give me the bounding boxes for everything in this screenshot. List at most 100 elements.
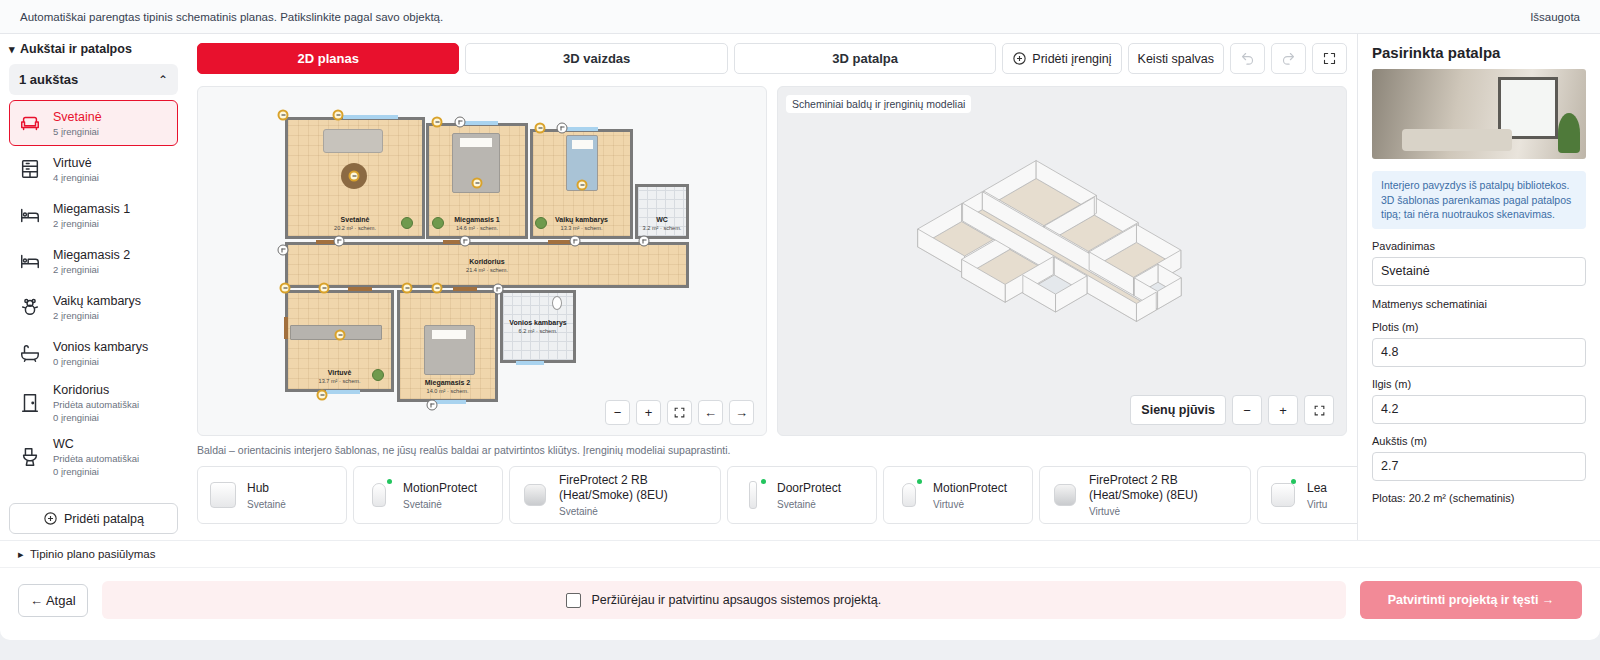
next-button[interactable]: → xyxy=(729,400,754,425)
room-count: 5 įrenginiai xyxy=(53,126,102,137)
zoom-in-button[interactable]: + xyxy=(636,400,661,425)
device-room: Svetainė xyxy=(559,506,710,517)
add-room-button[interactable]: Pridėti patalpą xyxy=(9,503,178,534)
name-input[interactable]: Svetainė xyxy=(1372,257,1586,286)
device-marker[interactable] xyxy=(557,123,568,134)
device-strip: Hub Svetainė MotionProtect Svetainė Fire… xyxy=(197,466,1357,524)
room-item[interactable]: Virtuvė 4 įrenginiai xyxy=(9,146,178,192)
device-name: Hub xyxy=(247,481,286,496)
device-marker[interactable] xyxy=(455,117,466,128)
wall-cut-button[interactable]: Sienų pjūvis xyxy=(1130,395,1226,425)
device-marker[interactable] xyxy=(335,330,346,341)
dimension-input[interactable]: 2.7 xyxy=(1372,452,1586,481)
device-room: Svetainė xyxy=(777,499,841,510)
plan-suggestion-toggle[interactable]: ▸ Tipinio plano pasiūlymas xyxy=(0,540,1600,567)
view-tab[interactable]: 3D patalpa xyxy=(734,43,996,74)
floor-row[interactable]: 1 aukštas ⌃ xyxy=(9,64,178,95)
device-marker[interactable] xyxy=(280,283,291,294)
door xyxy=(453,287,477,291)
room-item[interactable]: Svetainė 5 įrenginiai xyxy=(9,100,178,146)
device-card[interactable]: FireProtect 2 RB (Heat/Smoke) (8EU) Svet… xyxy=(509,466,721,524)
workspace: ▾ Aukštai ir patalpos 1 aukštas ⌃ Svetai… xyxy=(0,34,1600,540)
view-tab[interactable]: 3D vaizdas xyxy=(465,43,727,74)
dimension-input[interactable]: 4.2 xyxy=(1372,395,1586,424)
device-marker[interactable] xyxy=(472,178,483,189)
floor-toggle[interactable]: ⌃ xyxy=(158,73,168,87)
panel-title: Pasirinkta patalpa xyxy=(1372,44,1586,61)
fit-button[interactable] xyxy=(667,400,692,425)
room-name: Vaikų kambarys xyxy=(53,294,141,308)
window xyxy=(326,390,360,394)
kitchen-icon xyxy=(19,158,41,180)
zoom-out-button[interactable]: − xyxy=(605,400,630,425)
fire-icon xyxy=(520,478,550,512)
zoom-in-button[interactable]: + xyxy=(1268,395,1298,425)
device-marker[interactable] xyxy=(349,171,360,182)
back-button[interactable]: ← Atgal xyxy=(18,584,88,617)
room-item[interactable]: Vaikų kambarys 2 įrenginiai xyxy=(9,284,178,330)
device-marker[interactable] xyxy=(317,390,328,401)
device-marker[interactable] xyxy=(402,283,413,294)
device-marker[interactable] xyxy=(577,180,588,191)
redo-button[interactable] xyxy=(1271,43,1306,74)
bath-icon xyxy=(19,342,41,364)
fullscreen-button[interactable] xyxy=(1312,43,1347,74)
room-item[interactable]: Koridorius Pridėta automatiškai 0 įrengi… xyxy=(9,376,178,430)
room-count: 0 įrenginiai xyxy=(53,466,139,477)
dimension-input[interactable]: 4.8 xyxy=(1372,338,1586,367)
room-item[interactable]: Miegamasis 2 2 įrenginiai xyxy=(9,238,178,284)
zoom-out-button[interactable]: − xyxy=(1232,395,1262,425)
room-item[interactable]: Miegamasis 1 2 įrenginiai xyxy=(9,192,178,238)
status-dot xyxy=(1291,479,1296,484)
submit-button[interactable]: Patvirtinti projektą ir tęsti → xyxy=(1360,581,1582,619)
floor-label: 1 aukštas xyxy=(19,72,78,87)
field-label: Aukštis (m) xyxy=(1372,435,1586,447)
prev-button[interactable]: ← xyxy=(698,400,723,425)
sidebar-header[interactable]: ▾ Aukštai ir patalpos xyxy=(9,42,178,56)
room-item[interactable]: Vonios kambarys 0 įrenginiai xyxy=(9,330,178,376)
plan-room[interactable]: Koridorius 21.4 m² · schem. xyxy=(285,242,689,288)
device-marker[interactable] xyxy=(639,236,650,247)
device-marker[interactable] xyxy=(427,400,438,411)
confirm-checkbox[interactable] xyxy=(566,593,581,608)
plan-room[interactable]: WC 3.2 m² · schem. xyxy=(635,184,689,239)
device-marker[interactable] xyxy=(432,283,443,294)
room-list: Svetainė 5 įrenginiai Virtuvė 4 įrengini… xyxy=(9,100,178,484)
plan-room-area: 14.6 m² · schem. xyxy=(456,224,498,232)
device-marker[interactable] xyxy=(535,123,546,134)
device-marker[interactable] xyxy=(432,117,443,128)
view-3d[interactable]: Scheminiai baldų ir įrenginių modeliai S… xyxy=(777,86,1347,436)
add-device-button[interactable]: Pridėti įrenginį xyxy=(1002,43,1121,74)
device-card[interactable]: Lea Virtu xyxy=(1257,466,1357,524)
view-tab[interactable]: 2D planas xyxy=(197,43,459,74)
confirm-strip[interactable]: Peržiūrėjau ir patvirtinu apsaugos siste… xyxy=(102,581,1346,619)
device-marker[interactable] xyxy=(334,236,345,247)
device-card[interactable]: DoorProtect Svetainė xyxy=(727,466,877,524)
room-note: Pridėta automatiškai xyxy=(53,453,139,464)
device-card[interactable]: MotionProtect Svetainė xyxy=(353,466,503,524)
plan-room[interactable]: Vonios kambarys 6.2 m² · schem. xyxy=(500,290,576,363)
fullscreen-button[interactable] xyxy=(1304,395,1334,425)
furniture xyxy=(401,217,413,229)
device-marker[interactable] xyxy=(319,283,330,294)
redo-icon xyxy=(1281,51,1296,66)
undo-button[interactable] xyxy=(1230,43,1265,74)
device-card[interactable]: FireProtect 2 RB (Heat/Smoke) (8EU) Virt… xyxy=(1039,466,1251,524)
device-marker[interactable] xyxy=(278,110,289,121)
sidebar: ▾ Aukštai ir patalpos 1 aukštas ⌃ Svetai… xyxy=(0,34,187,540)
device-card[interactable]: Hub Svetainė xyxy=(197,466,347,524)
floor-plan-2d[interactable]: Svetainė 20.2 m² · schem.Miegamasis 1 14… xyxy=(197,86,767,436)
device-marker[interactable] xyxy=(460,236,471,247)
device-marker[interactable] xyxy=(493,284,504,295)
room-item[interactable]: WC Pridėta automatiškai 0 įrenginiai xyxy=(9,430,178,484)
device-marker[interactable] xyxy=(570,236,581,247)
window xyxy=(564,127,598,131)
device-name: Lea xyxy=(1307,481,1327,496)
colors-button[interactable]: Keisti spalvas xyxy=(1128,43,1224,74)
collapse-toggle[interactable]: ▾ xyxy=(9,43,15,56)
hub-icon xyxy=(208,478,238,512)
device-card[interactable]: MotionProtect Virtuvė xyxy=(883,466,1033,524)
device-marker[interactable] xyxy=(278,245,289,256)
device-marker[interactable] xyxy=(333,110,344,121)
plan-room-name: Vonios kambarys xyxy=(509,318,566,327)
